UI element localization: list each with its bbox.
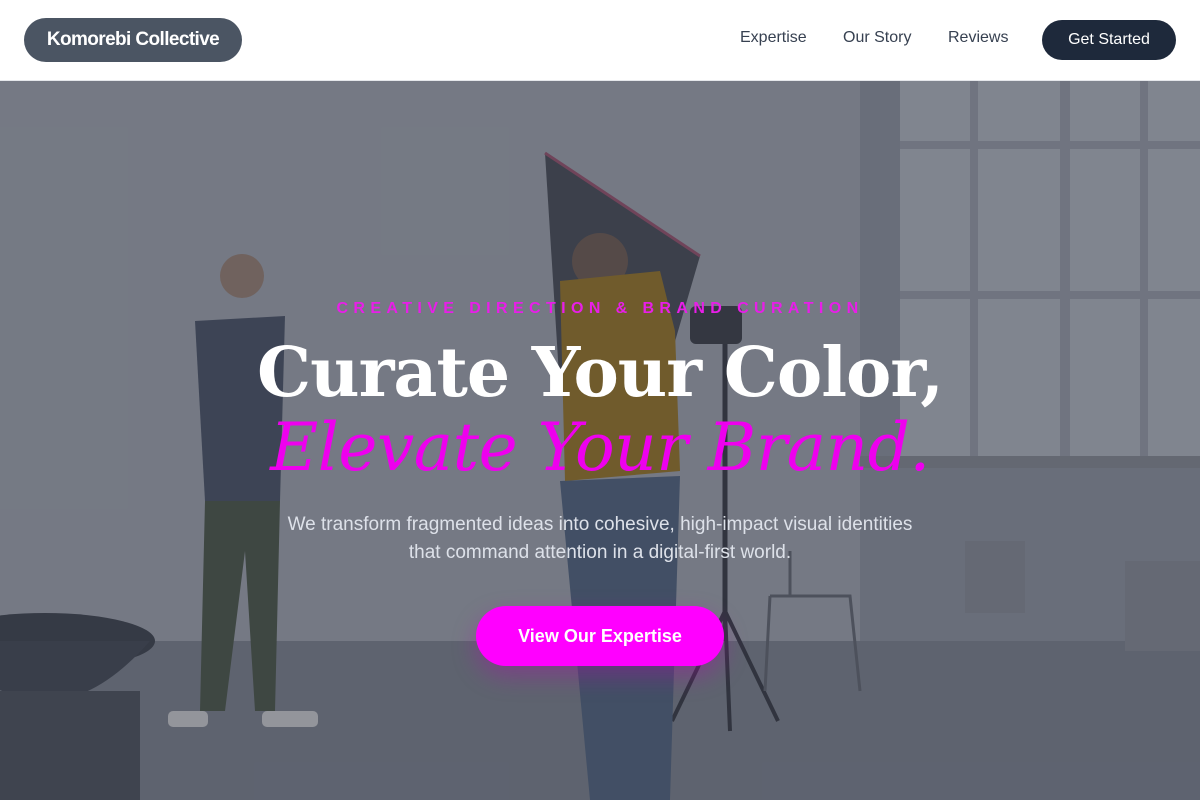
get-started-button[interactable]: Get Started [1042,20,1176,60]
hero-section: CREATIVE DIRECTION & BRAND CURATION Cura… [0,81,1200,800]
view-expertise-button[interactable]: View Our Expertise [476,606,724,666]
hero-eyebrow: CREATIVE DIRECTION & BRAND CURATION [336,300,864,317]
hero-subcopy: We transform fragmented ideas into cohes… [287,514,913,563]
nav-link-our-story[interactable]: Our Story [843,29,911,47]
nav-link-reviews[interactable]: Reviews [948,29,1008,47]
nav-link-expertise[interactable]: Expertise [740,29,807,47]
main-nav: Expertise Our Story Reviews Get Started [0,0,1200,81]
hero-headline-line1: Curate Your Color, [257,333,944,413]
hero-headline-line2: Elevate Your Brand. [270,409,930,486]
site-header: Komorebi Collective Expertise Our Story … [0,0,1200,81]
